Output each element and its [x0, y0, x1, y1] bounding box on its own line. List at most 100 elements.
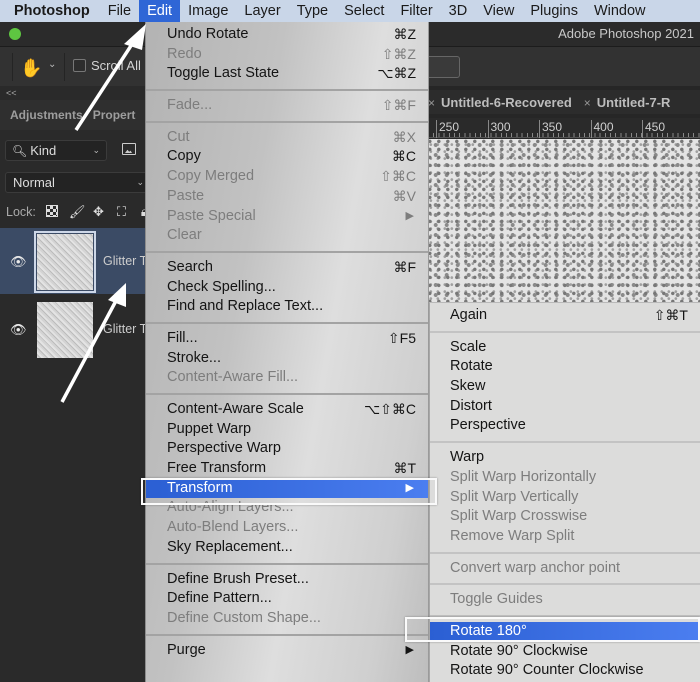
menu-item-warp[interactable]: Warp: [430, 448, 700, 468]
menu-item-scale[interactable]: Scale: [430, 338, 700, 358]
menu-item-perspective-warp[interactable]: Perspective Warp: [146, 439, 428, 459]
menu-item-auto-blend-layers[interactable]: Auto-Blend Layers...: [146, 518, 428, 538]
lock-artboard-icon[interactable]: ⛶: [115, 204, 128, 220]
menu-item-label: Skew: [450, 378, 486, 395]
document-tab[interactable]: × Untitled-6-Recovered: [428, 95, 584, 110]
menu-item-search[interactable]: Search ⌘F: [146, 258, 428, 278]
menu-item-find-and-replace-text[interactable]: Find and Replace Text...: [146, 297, 428, 317]
menubar-item-image[interactable]: Image: [180, 0, 236, 22]
menu-item-split-warp-crosswise[interactable]: Split Warp Crosswise: [430, 507, 700, 527]
menu-item-undo-rotate[interactable]: Undo Rotate ⌘Z: [146, 25, 428, 45]
menu-item-redo[interactable]: Redo ⇧⌘Z: [146, 45, 428, 65]
document-tab[interactable]: × Untitled-7-R: [584, 95, 683, 110]
menu-item-label: Perspective Warp: [167, 440, 281, 457]
eye-icon[interactable]: 👁︎: [10, 254, 27, 270]
menu-item-fade[interactable]: Fade... ⇧⌘F: [146, 96, 428, 116]
menu-item-puppet-warp[interactable]: Puppet Warp: [146, 420, 428, 440]
window-zoom-button[interactable]: [9, 28, 21, 40]
menu-item-clear[interactable]: Clear: [146, 226, 428, 246]
chevron-down-icon[interactable]: ⌄: [48, 59, 56, 70]
eye-icon[interactable]: 👁︎: [10, 322, 27, 338]
menu-separator: [146, 84, 428, 96]
menu-item-label: Rotate 90° Counter Clockwise: [450, 662, 644, 679]
menubar-item-file[interactable]: File: [100, 0, 139, 22]
menu-item-label: Again: [450, 307, 488, 323]
layer-thumbnail[interactable]: [34, 231, 96, 293]
menu-item-fill[interactable]: Fill... ⇧F5: [146, 329, 428, 349]
menu-item-split-warp-vertically[interactable]: Split Warp Vertically: [430, 488, 700, 508]
menu-item-paste-special[interactable]: Paste Special ▶: [146, 207, 428, 227]
checkbox-icon[interactable]: [73, 59, 86, 72]
menubar-item-edit[interactable]: Edit: [139, 0, 181, 22]
menu-item-label: Toggle Guides: [450, 591, 543, 608]
hand-icon[interactable]: ✋: [20, 57, 42, 79]
menu-item-check-spelling[interactable]: Check Spelling...: [146, 278, 428, 298]
close-icon[interactable]: ×: [584, 96, 591, 110]
layer-name[interactable]: Glitter T: [103, 322, 147, 336]
submenu-arrow-icon: ▶: [405, 643, 414, 656]
collapse-panels-button[interactable]: <<: [6, 88, 17, 98]
layer-name[interactable]: Glitter T: [103, 254, 147, 268]
menu-item-copy[interactable]: Copy ⌘C: [146, 147, 428, 167]
menu-separator: [430, 547, 700, 559]
menu-item-distort[interactable]: Distort: [430, 397, 700, 417]
menu-item-remove-warp-split[interactable]: Remove Warp Split: [430, 527, 700, 547]
menu-item-paste[interactable]: Paste ⌘V: [146, 187, 428, 207]
menu-item-define-custom-shape[interactable]: Define Custom Shape...: [146, 609, 428, 629]
menu-item-label: Define Custom Shape...: [167, 609, 321, 626]
layer-row[interactable]: 👁︎ Glitter T: [0, 296, 150, 362]
menu-item-cut[interactable]: Cut ⌘X: [146, 128, 428, 148]
blend-mode-select[interactable]: Normal ⌄: [5, 172, 155, 193]
menu-item-label: Define Pattern...: [167, 590, 272, 607]
menu-item-toggle-guides[interactable]: Toggle Guides: [430, 590, 700, 610]
menu-item-label: Search: [167, 258, 213, 275]
close-icon[interactable]: ×: [428, 96, 435, 110]
menu-item-content-aware-fill[interactable]: Content-Aware Fill...: [146, 368, 428, 388]
ruler-tick-label: 250: [436, 120, 459, 138]
menubar-item-window[interactable]: Window: [586, 0, 654, 22]
document-tab-label: Untitled-7-R: [596, 94, 671, 110]
menubar-item-plugins[interactable]: Plugins: [522, 0, 586, 22]
scroll-all-label: Scroll All: [91, 58, 141, 73]
lock-image-pixels-icon[interactable]: 🖌︎: [69, 204, 86, 220]
document-tabs: × Untitled-6-Recovered × Untitled-7-R: [428, 90, 700, 114]
menu-item-split-warp-horizontally[interactable]: Split Warp Horizontally: [430, 468, 700, 488]
menu-item-perspective[interactable]: Perspective: [430, 416, 700, 436]
menubar-item-3d[interactable]: 3D: [441, 0, 476, 22]
menu-item-label: Content-Aware Scale: [167, 401, 304, 417]
layer-row[interactable]: 👁︎ Glitter T: [0, 228, 150, 294]
menu-item-rotate-90-clockwise[interactable]: Rotate 90° Clockwise: [430, 642, 700, 662]
menubar-item-select[interactable]: Select: [336, 0, 392, 22]
keyboard-shortcut: ⌘V: [392, 187, 416, 204]
menubar-item-type[interactable]: Type: [289, 0, 336, 22]
lock-transparent-pixels-icon[interactable]: [46, 204, 59, 220]
lock-position-icon[interactable]: ✥: [92, 204, 105, 220]
menu-item-purge[interactable]: Purge ▶: [146, 641, 428, 661]
layer-thumbnail[interactable]: [37, 302, 93, 358]
menu-separator: [146, 116, 428, 128]
menu-item-rotate[interactable]: Rotate: [430, 357, 700, 377]
menu-item-content-aware-scale[interactable]: Content-Aware Scale ⌥⇧⌘C: [146, 400, 428, 420]
menu-item-copy-merged[interactable]: Copy Merged ⇧⌘C: [146, 167, 428, 187]
menu-item-convert-warp-anchor-point[interactable]: Convert warp anchor point: [430, 559, 700, 579]
menubar-item-filter[interactable]: Filter: [392, 0, 440, 22]
menu-item-define-brush-preset[interactable]: Define Brush Preset...: [146, 570, 428, 590]
menu-item-skew[interactable]: Skew: [430, 377, 700, 397]
menubar-item-photoshop[interactable]: Photoshop: [0, 0, 100, 22]
menu-item-rotate-90-counter-clockwise[interactable]: Rotate 90° Counter Clockwise: [430, 661, 700, 681]
menubar-item-layer[interactable]: Layer: [236, 0, 288, 22]
menu-item-sky-replacement[interactable]: Sky Replacement...: [146, 538, 428, 558]
tab-adjustments[interactable]: Adjustments: [0, 108, 83, 122]
menu-item-free-transform[interactable]: Free Transform ⌘T: [146, 459, 428, 479]
menu-item-again[interactable]: Again ⇧⌘T: [430, 306, 700, 326]
menu-item-toggle-last-state[interactable]: Toggle Last State ⌥⌘Z: [146, 64, 428, 84]
menubar-item-view[interactable]: View: [475, 0, 522, 22]
scroll-all-checkbox[interactable]: Scroll All: [73, 58, 141, 73]
layer-filter-value: Kind: [30, 143, 57, 158]
pixel-layer-filter-icon[interactable]: [122, 143, 136, 155]
keyboard-shortcut: ⇧F5: [387, 329, 416, 346]
layer-filter-select[interactable]: 🔍︎ Kind ⌄: [5, 140, 107, 161]
menu-item-stroke[interactable]: Stroke...: [146, 349, 428, 369]
tab-properties[interactable]: Propert: [83, 108, 136, 122]
menu-item-define-pattern[interactable]: Define Pattern...: [146, 589, 428, 609]
